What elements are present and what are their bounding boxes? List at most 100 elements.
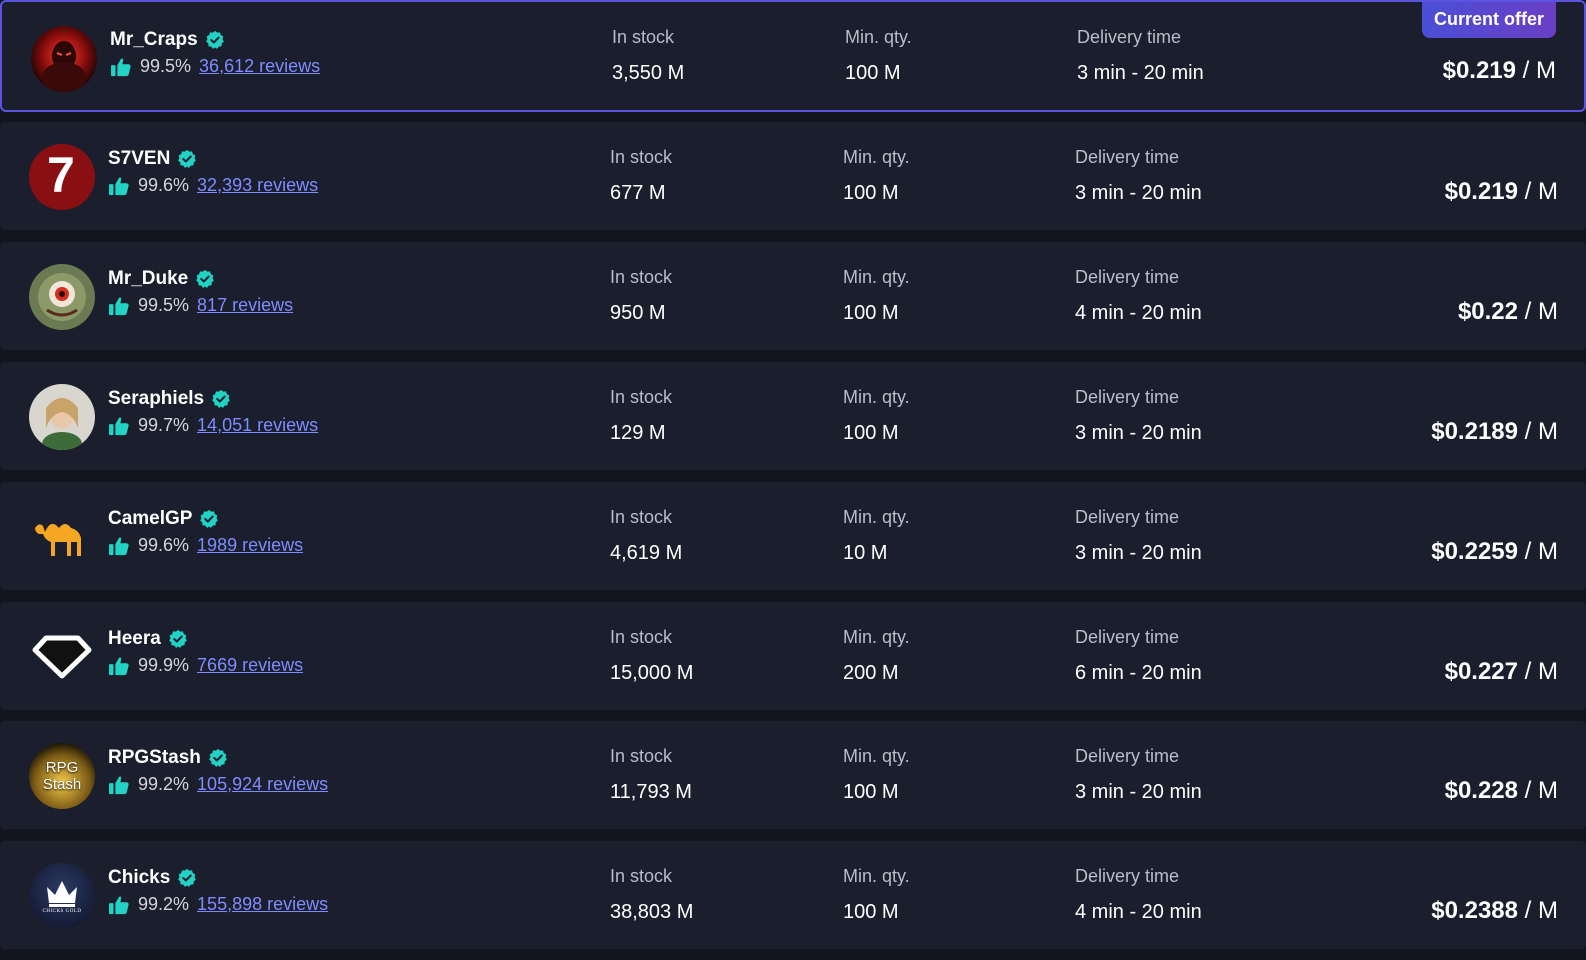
price-per-unit: $0.219 / M — [1445, 178, 1558, 206]
in-stock-column: In stock 15,000 M — [610, 627, 693, 685]
offer-row[interactable]: CHICKS GOLD Chicks 99.2% 155,898 reviews… — [0, 841, 1586, 949]
price-unit: / M — [1524, 418, 1558, 445]
in-stock-value: 129 M — [610, 422, 666, 444]
price-value: $0.219 — [1442, 57, 1516, 84]
reviews-link[interactable]: 7669 reviews — [197, 655, 303, 676]
price-unit: / M — [1524, 538, 1558, 565]
reviews-link[interactable]: 36,612 reviews — [199, 56, 320, 77]
seller-avatar[interactable] — [29, 264, 95, 330]
min-qty-value: 200 M — [843, 662, 899, 684]
price-unit: / M — [1524, 897, 1558, 924]
thumbs-up-icon — [108, 775, 130, 795]
seller-name-text: Heera — [108, 628, 161, 649]
in-stock-value: 3,550 M — [612, 62, 685, 84]
reviews-link[interactable]: 155,898 reviews — [197, 894, 328, 915]
offer-row[interactable]: Mr_Craps 99.5% 36,612 reviews In stock 3… — [0, 0, 1586, 112]
price-unit: / M — [1524, 298, 1558, 325]
min-qty-label: Min. qty. — [843, 387, 910, 407]
seller-name[interactable]: Mr_Duke — [108, 268, 215, 290]
seller-avatar[interactable] — [29, 384, 95, 450]
rating-percent: 99.2% — [138, 774, 190, 794]
seller-rating: 99.5% 817 reviews — [108, 295, 293, 316]
min-qty-column: Min. qty. 100 M — [845, 27, 912, 85]
min-qty-column: Min. qty. 100 M — [843, 267, 910, 325]
in-stock-label: In stock — [612, 27, 675, 47]
seller-name[interactable]: Mr_Craps — [110, 29, 225, 51]
in-stock-column: In stock 4,619 M — [610, 507, 682, 565]
seller-name-text: Chicks — [108, 867, 171, 888]
seller-avatar[interactable] — [29, 624, 95, 690]
in-stock-label: In stock — [610, 866, 673, 886]
seller-name-text: Mr_Duke — [108, 268, 189, 289]
seller-avatar[interactable]: RPG Stash — [29, 743, 95, 809]
price-per-unit: $0.22 / M — [1458, 298, 1558, 326]
price-value: $0.2388 — [1431, 897, 1518, 924]
crown-logo-icon — [29, 863, 95, 929]
price-value: $0.227 — [1444, 658, 1518, 685]
min-qty-label: Min. qty. — [843, 866, 910, 886]
seller-avatar[interactable] — [29, 504, 95, 570]
min-qty-label: Min. qty. — [843, 746, 910, 766]
reviews-link[interactable]: 105,924 reviews — [197, 774, 328, 795]
min-qty-value: 10 M — [843, 542, 888, 564]
delivery-time-value: 4 min - 20 min — [1075, 901, 1202, 923]
reviews-link[interactable]: 14,051 reviews — [197, 415, 318, 436]
in-stock-label: In stock — [610, 147, 673, 167]
delivery-time-label: Delivery time — [1075, 507, 1180, 527]
eye-monster-avatar-icon — [29, 264, 95, 330]
verified-icon — [168, 629, 188, 649]
delivery-time-value: 3 min - 20 min — [1075, 182, 1202, 204]
price-unit: / M — [1524, 658, 1558, 685]
in-stock-value: 4,619 M — [610, 542, 683, 564]
rating-percent: 99.6% — [138, 535, 190, 555]
seller-name-text: CamelGP — [108, 508, 193, 529]
rating-percent: 99.2% — [138, 894, 190, 914]
seller-name[interactable]: Chicks — [108, 867, 197, 889]
min-qty-value: 100 M — [845, 62, 901, 84]
reviews-link[interactable]: 32,393 reviews — [197, 175, 318, 196]
price-per-unit: $0.227 / M — [1445, 658, 1558, 686]
verified-icon — [177, 868, 197, 888]
diamond-logo-icon — [29, 624, 95, 690]
verified-icon — [195, 269, 215, 289]
delivery-time-label: Delivery time — [1075, 147, 1180, 167]
offer-row[interactable]: RPG Stash RPGStash 99.2% 105,924 reviews… — [0, 721, 1586, 829]
rating-percent: 99.9% — [138, 655, 190, 675]
min-qty-value: 100 M — [843, 182, 899, 204]
seller-avatar[interactable]: CHICKS GOLD — [29, 863, 95, 929]
min-qty-label: Min. qty. — [843, 627, 910, 647]
price-value: $0.228 — [1444, 777, 1518, 804]
offer-row[interactable]: Mr_Duke 99.5% 817 reviews In stock 950 M… — [0, 242, 1586, 350]
delivery-time-column: Delivery time 3 min - 20 min — [1075, 507, 1202, 565]
seller-avatar[interactable]: 7 — [29, 144, 95, 210]
price-value: $0.2259 — [1431, 538, 1518, 565]
seller-name[interactable]: S7VEN — [108, 148, 197, 170]
seller-name[interactable]: Seraphiels — [108, 388, 231, 410]
offer-row[interactable]: Heera 99.9% 7669 reviews In stock 15,000… — [0, 602, 1586, 710]
seller-name[interactable]: Heera — [108, 628, 188, 650]
offer-row[interactable]: 7 S7VEN 99.6% 32,393 reviews In stock 67… — [0, 122, 1586, 230]
avatar-text: CHICKS GOLD — [42, 909, 82, 914]
in-stock-column: In stock 11,793 M — [610, 746, 692, 804]
seller-name[interactable]: RPGStash — [108, 747, 228, 769]
offer-row[interactable]: CamelGP 99.6% 1989 reviews In stock 4,61… — [0, 482, 1586, 590]
thumbs-up-icon — [108, 895, 130, 915]
offer-row[interactable]: Seraphiels 99.7% 14,051 reviews In stock… — [0, 362, 1586, 470]
delivery-time-label: Delivery time — [1075, 267, 1180, 287]
offer-list: Mr_Craps 99.5% 36,612 reviews In stock 3… — [0, 0, 1586, 960]
min-qty-column: Min. qty. 100 M — [843, 746, 910, 804]
reviews-link[interactable]: 1989 reviews — [197, 535, 303, 556]
thumbs-up-icon — [108, 536, 130, 556]
verified-icon — [205, 30, 225, 50]
price-value: $0.219 — [1444, 178, 1518, 205]
seller-avatar[interactable] — [31, 26, 97, 92]
in-stock-column: In stock 677 M — [610, 147, 672, 205]
delivery-time-value: 3 min - 20 min — [1077, 62, 1204, 84]
seller-name[interactable]: CamelGP — [108, 508, 219, 530]
in-stock-value: 950 M — [610, 302, 666, 324]
reviews-link[interactable]: 817 reviews — [197, 295, 293, 316]
in-stock-value: 15,000 M — [610, 662, 694, 684]
price-per-unit: $0.228 / M — [1445, 777, 1558, 805]
seller-rating: 99.2% 105,924 reviews — [108, 774, 328, 795]
seller-name-text: Seraphiels — [108, 388, 205, 409]
